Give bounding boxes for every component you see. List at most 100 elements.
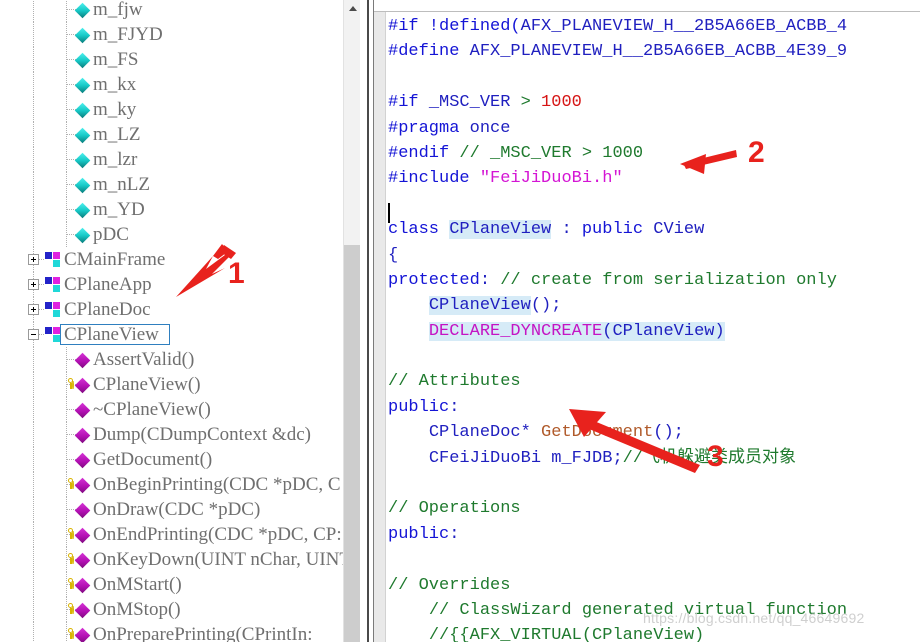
- code-editor-panel[interactable]: #if !defined(AFX_PLANEVIEW_H__2B5A66EB_A…: [373, 0, 920, 642]
- tree-guide-line: [33, 147, 34, 172]
- magenta-diamond-method-icon: [74, 527, 91, 544]
- scrollbar-up-arrow-icon[interactable]: [344, 0, 361, 17]
- tree-node-ondraw-cdc-pdc[interactable]: OnDraw(CDC *pDC): [0, 497, 355, 522]
- code-token: #define: [388, 42, 470, 62]
- tree-node-m-fjw[interactable]: m_fjw: [0, 0, 355, 22]
- tree-node-onmstop[interactable]: OnMStop(): [0, 597, 355, 622]
- tree-node-m-lzr[interactable]: m_lzr: [0, 147, 355, 172]
- tree-node-cmainframe[interactable]: CMainFrame: [0, 247, 355, 272]
- tree-node-m-lz[interactable]: m_LZ: [0, 122, 355, 147]
- code-line: {: [388, 243, 920, 268]
- class-view-panel: m_fjw m_FJYD m_FS m_kx m_ky m_LZ m_lzr m_nLZ m_Y…: [0, 0, 373, 642]
- tree-node-m-fjyd[interactable]: m_FJYD: [0, 22, 355, 47]
- tree-guide-line: [33, 422, 34, 447]
- code-token: // Operations: [388, 499, 521, 519]
- class-icon: [45, 327, 61, 342]
- tree-guide-line: [33, 597, 34, 622]
- tree-node-getdocument[interactable]: GetDocument(): [0, 447, 355, 472]
- tree-node-cplanedoc[interactable]: CPlaneDoc: [0, 297, 355, 322]
- watermark-text: https://blog.csdn.net/qq_46649692: [643, 610, 865, 626]
- tree-node-cplaneview[interactable]: CPlaneView: [0, 322, 355, 347]
- cyan-diamond-variable-icon: [74, 27, 91, 44]
- tree-guide-line: [33, 397, 34, 422]
- tree-node-cplaneapp[interactable]: CPlaneApp: [0, 272, 355, 297]
- class-tree-scrollbar[interactable]: [343, 0, 361, 642]
- code-line: //{{AFX_VIRTUAL(CPlaneView): [388, 623, 920, 642]
- tree-guide-line: [33, 622, 34, 642]
- expand-icon[interactable]: [28, 254, 39, 265]
- annotation-number-2: 2: [748, 136, 765, 169]
- code-line: // Attributes: [388, 369, 920, 394]
- tree-node-m-nlz[interactable]: m_nLZ: [0, 172, 355, 197]
- tree-node-m-yd[interactable]: m_YD: [0, 197, 355, 222]
- tree-node-label: OnEndPrinting(CDC *pDC, CP:: [93, 524, 342, 545]
- tree-node-m-fs[interactable]: m_FS: [0, 47, 355, 72]
- magenta-diamond-method-icon: [74, 402, 91, 419]
- tree-node-dump-cdumpcontext-dc[interactable]: Dump(CDumpContext &dc): [0, 422, 355, 447]
- expand-icon[interactable]: [28, 304, 39, 315]
- tree-node-label: m_LZ: [93, 124, 141, 145]
- code-token: _MSC_VER: [428, 93, 521, 113]
- class-icon: [45, 302, 61, 317]
- tree-node-label: m_YD: [93, 199, 145, 220]
- code-line: #include "FeiJiDuoBi.h": [388, 166, 920, 191]
- magenta-diamond-method-icon: [74, 502, 91, 519]
- code-token: #if !defined(: [388, 17, 521, 36]
- tree-node-m-ky[interactable]: m_ky: [0, 97, 355, 122]
- cyan-diamond-variable-icon: [74, 152, 91, 169]
- code-token: "FeiJiDuoBi.h": [479, 169, 623, 189]
- magenta-diamond-method-icon: [74, 377, 91, 394]
- code-line: protected: // create from serialization …: [388, 268, 920, 293]
- scrollbar-thumb[interactable]: [344, 245, 361, 642]
- code-token: // create from serialization only: [500, 270, 837, 290]
- tree-node-onbeginprinting-cdc-pdc-c[interactable]: OnBeginPrinting(CDC *pDC, C: [0, 472, 355, 497]
- tree-node-label: m_fjw: [93, 0, 143, 20]
- magenta-diamond-method-icon: [74, 427, 91, 444]
- tree-node-label: CPlaneView(): [93, 374, 201, 395]
- cyan-diamond-variable-icon: [74, 202, 91, 219]
- tree-node-label: CPlaneApp: [64, 274, 152, 295]
- tree-node-onprepareprinting-cprintin[interactable]: OnPreparePrinting(CPrintIn:: [0, 622, 355, 642]
- tree-node-pdc[interactable]: pDC: [0, 222, 355, 247]
- code-token: CPlaneView: [428, 296, 531, 316]
- code-token: protected: [388, 270, 480, 290]
- tree-node-assertvalid[interactable]: AssertValid(): [0, 347, 355, 372]
- tree-node-onendprinting-cdc-pdc-cp[interactable]: OnEndPrinting(CDC *pDC, CP:: [0, 522, 355, 547]
- tree-node-label: m_lzr: [93, 149, 138, 170]
- tree-node-label: m_FJYD: [93, 24, 163, 45]
- magenta-diamond-method-icon: [74, 577, 91, 594]
- cyan-diamond-variable-icon: [74, 102, 91, 119]
- code-token: CFeiJiDuoBi m_FJDB;: [428, 448, 623, 468]
- code-token: CPlaneDoc: [428, 423, 521, 443]
- class-tree[interactable]: m_fjw m_FJYD m_FS m_kx m_ky m_LZ m_lzr m_nLZ m_Y…: [0, 0, 355, 642]
- code-token: (: [602, 321, 613, 341]
- tree-node-onkeydown-uint-nchar-uint[interactable]: OnKeyDown(UINT nChar, UINT: [0, 547, 355, 572]
- tree-node-label: m_kx: [93, 74, 137, 95]
- magenta-diamond-method-icon: [74, 477, 91, 494]
- tree-node-label: CMainFrame: [64, 249, 166, 270]
- code-token: CPlaneView: [612, 321, 715, 341]
- collapse-icon[interactable]: [28, 329, 39, 340]
- tree-node-cplaneview[interactable]: CPlaneView(): [0, 372, 355, 397]
- tree-node--cplaneview[interactable]: ~CPlaneView(): [0, 397, 355, 422]
- tree-node-m-kx[interactable]: m_kx: [0, 72, 355, 97]
- code-text-area[interactable]: #if !defined(AFX_PLANEVIEW_H__2B5A66EB_A…: [388, 14, 920, 642]
- editor-gutter[interactable]: [374, 12, 386, 642]
- expand-icon[interactable]: [28, 279, 39, 290]
- tree-node-label: OnPreparePrinting(CPrintIn:: [93, 624, 313, 642]
- tree-node-onmstart[interactable]: OnMStart(): [0, 572, 355, 597]
- tree-guide-line: [33, 97, 34, 122]
- tree-guide-line: [33, 22, 34, 47]
- tree-guide-line: [33, 522, 34, 547]
- code-token: GetDocument: [541, 423, 654, 443]
- cyan-diamond-variable-icon: [74, 177, 91, 194]
- code-line: class CPlaneView : public CView: [388, 217, 920, 242]
- code-line: public:: [388, 395, 920, 420]
- code-token: //{{AFX_VIRTUAL(CPlaneView): [428, 626, 705, 642]
- code-token: {: [388, 245, 399, 265]
